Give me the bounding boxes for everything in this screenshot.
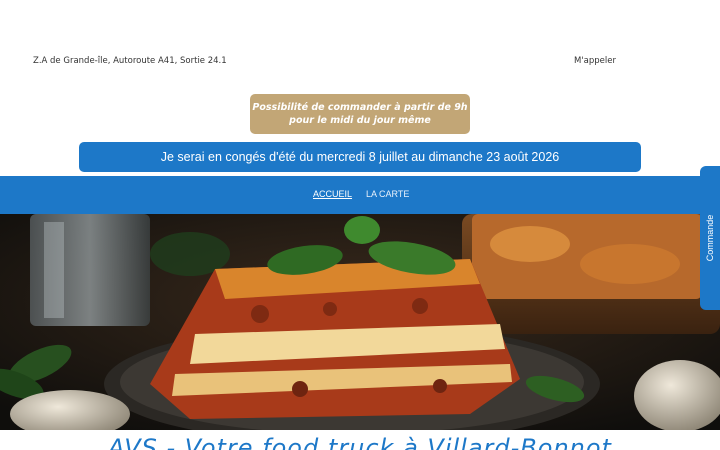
hero-image-lasagna <box>0 214 720 430</box>
order-note-line-2: pour le midi du jour même <box>289 115 431 126</box>
main-nav: ACCUEIL LA CARTE <box>0 176 720 214</box>
holiday-banner: Je serai en congés d'été du mercredi 8 j… <box>79 142 641 172</box>
page-headline: AVS - Votre food truck à Villard-Bonnot <box>0 430 720 450</box>
nav-item-la-carte[interactable]: LA CARTE <box>366 189 409 199</box>
side-tab-label: Commande <box>705 214 715 262</box>
nav-item-accueil[interactable]: ACCUEIL <box>313 189 352 199</box>
order-side-tab[interactable]: Commande <box>700 166 720 310</box>
address-text: Z.A de Grande-île, Autoroute A41, Sortie… <box>33 56 227 66</box>
headline-text: AVS - Votre food truck à Villard-Bonnot <box>108 434 612 450</box>
holiday-banner-text: Je serai en congés d'été du mercredi 8 j… <box>160 150 560 164</box>
lasagna-photo <box>0 214 720 430</box>
call-link[interactable]: M'appeler <box>574 56 616 66</box>
order-time-note: Possibilité de commander à partir de 9h … <box>250 94 470 134</box>
top-info-bar: Z.A de Grande-île, Autoroute A41, Sortie… <box>0 52 720 70</box>
order-note-line-1: Possibilité de commander à partir de 9h <box>252 102 468 113</box>
